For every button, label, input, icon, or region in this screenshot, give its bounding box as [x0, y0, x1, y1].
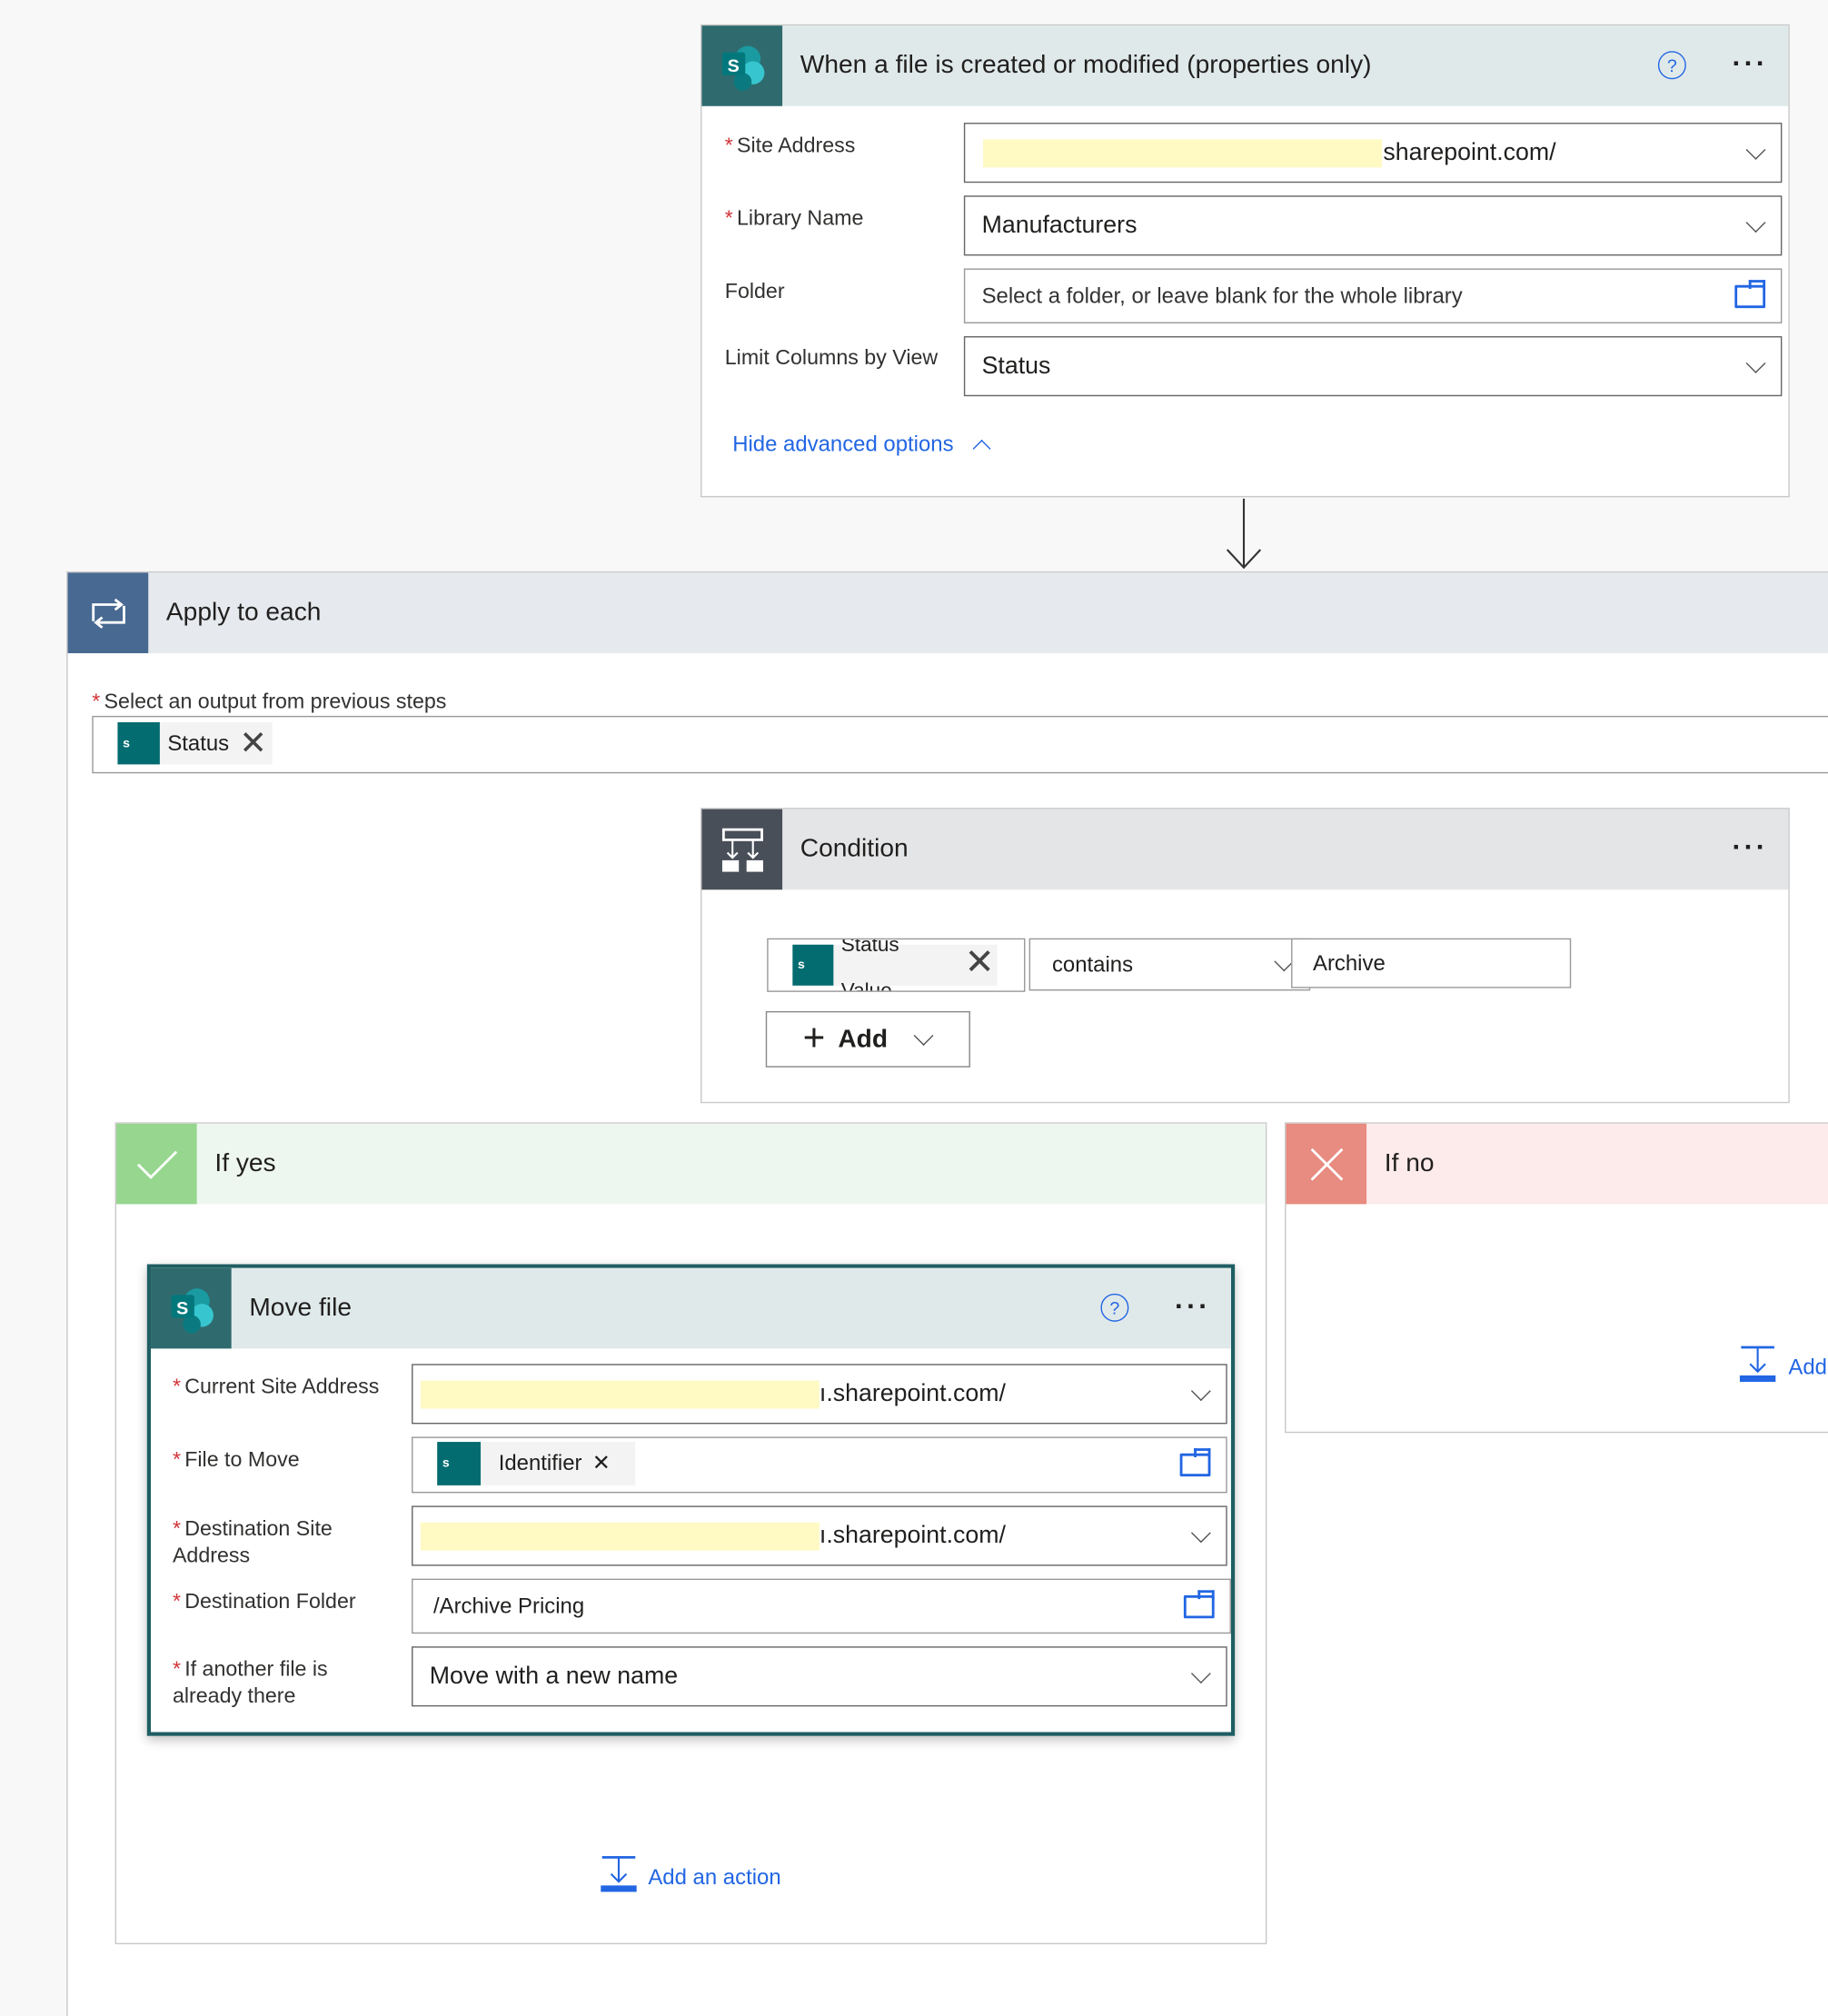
sharepoint-icon: s	[437, 1442, 482, 1485]
add-condition-button[interactable]: + Add	[765, 1010, 970, 1068]
destination-site-address-label: * Destination Site Address	[172, 1517, 333, 1567]
chevron-down-icon	[1190, 1522, 1211, 1543]
svg-text:S: S	[727, 55, 739, 75]
apply-to-each-header[interactable]: Apply to each	[67, 572, 1828, 653]
select-output-input[interactable]	[92, 715, 1828, 774]
condition-card: Condition ··· s Status Value ✕ contains …	[700, 808, 1790, 1104]
chevron-down-icon	[1190, 1380, 1211, 1401]
if-another-file-dropdown[interactable]: Move with a new name	[412, 1646, 1227, 1707]
hide-advanced-options-link[interactable]: Hide advanced options	[732, 431, 991, 458]
status-token[interactable]: s Status ✕	[117, 721, 273, 765]
current-site-address-label: * Current Site Address	[172, 1375, 380, 1399]
folder-icon[interactable]	[1183, 1589, 1215, 1618]
svg-text:S: S	[175, 1298, 187, 1318]
sharepoint-icon: s	[792, 944, 834, 986]
folder-icon[interactable]	[1179, 1448, 1211, 1477]
more-options-icon[interactable]: ···	[1733, 809, 1768, 886]
limit-columns-label: Limit Columns by View	[724, 346, 939, 370]
current-site-address-dropdown[interactable]: ı.sharepoint.com/	[412, 1364, 1227, 1425]
more-options-icon[interactable]: ···	[1733, 25, 1768, 102]
loop-icon	[67, 572, 149, 653]
move-file-card: S Move file ? ··· * Current Site Address …	[146, 1264, 1236, 1736]
destination-folder-label: * Destination Folder	[172, 1590, 356, 1614]
chevron-down-icon	[1745, 139, 1766, 160]
destination-folder-input[interactable]: /Archive Pricing	[412, 1578, 1231, 1634]
remove-token-icon[interactable]: ✕	[965, 941, 995, 983]
file-to-move-input[interactable]: s Identifier ✕	[412, 1436, 1227, 1494]
sharepoint-icon: S	[701, 25, 783, 106]
operator-dropdown[interactable]: contains	[1028, 938, 1311, 991]
if-no-header: If no	[1286, 1123, 1828, 1205]
site-address-label: * Site Address	[724, 134, 856, 158]
condition-title: Condition	[800, 834, 909, 863]
folder-input[interactable]: Select a folder, or leave blank for the …	[963, 268, 1783, 323]
checkmark-icon	[116, 1123, 197, 1205]
close-icon	[1286, 1123, 1367, 1205]
add-action-button[interactable]: Add	[1739, 1345, 1827, 1389]
if-yes-header: If yes	[116, 1123, 1266, 1205]
condition-header[interactable]: Condition ···	[701, 809, 1789, 890]
if-yes-title: If yes	[214, 1148, 276, 1177]
identifier-token[interactable]: s Identifier ✕	[437, 1442, 636, 1485]
chevron-down-icon	[1190, 1663, 1211, 1683]
select-output-label: * Select an output from previous steps	[92, 690, 447, 714]
if-no-title: If no	[1384, 1148, 1435, 1177]
condition-value-input[interactable]: Archive	[1291, 938, 1572, 988]
chevron-down-icon	[1745, 212, 1766, 233]
help-icon[interactable]: ?	[1657, 51, 1686, 80]
remove-token-icon[interactable]: ✕	[239, 723, 267, 763]
help-icon[interactable]: ?	[1100, 1293, 1129, 1322]
library-name-label: * Library Name	[724, 206, 864, 231]
move-file-title: Move file	[249, 1293, 352, 1322]
chevron-down-icon	[913, 1026, 934, 1046]
trigger-card: S When a file is created or modified (pr…	[700, 24, 1790, 498]
plus-icon: +	[802, 1017, 826, 1060]
apply-to-each-title: Apply to each	[165, 598, 322, 627]
destination-site-address-dropdown[interactable]: ı.sharepoint.com/	[412, 1505, 1227, 1566]
chevron-down-icon	[1745, 353, 1766, 373]
limit-columns-dropdown[interactable]: Status	[963, 336, 1783, 397]
chevron-up-icon	[972, 439, 991, 458]
move-file-header[interactable]: S Move file ? ···	[151, 1267, 1231, 1349]
if-no-branch: If no Add	[1285, 1122, 1828, 1434]
sharepoint-icon: S	[151, 1267, 232, 1349]
more-options-icon[interactable]: ···	[1175, 1268, 1210, 1345]
trigger-title: When a file is created or modified (prop…	[800, 51, 1372, 80]
add-an-action-button[interactable]: Add an action	[600, 1855, 781, 1900]
if-another-file-label: * If another file is already there	[172, 1657, 328, 1708]
condition-icon	[701, 809, 783, 890]
trigger-header[interactable]: S When a file is created or modified (pr…	[701, 25, 1789, 106]
add-action-icon	[1739, 1345, 1777, 1389]
site-address-dropdown[interactable]: sharepoint.com/	[963, 123, 1783, 184]
flow-arrow	[1225, 498, 1263, 571]
sharepoint-icon: s	[117, 721, 160, 765]
file-to-move-label: * File to Move	[172, 1448, 300, 1472]
add-action-icon	[600, 1855, 638, 1900]
remove-token-icon[interactable]: ✕	[592, 1451, 611, 1476]
folder-label: Folder	[724, 280, 785, 303]
folder-icon[interactable]	[1734, 279, 1766, 308]
condition-left-operand[interactable]: s Status Value ✕	[767, 938, 1026, 992]
library-name-dropdown[interactable]: Manufacturers	[963, 195, 1783, 256]
